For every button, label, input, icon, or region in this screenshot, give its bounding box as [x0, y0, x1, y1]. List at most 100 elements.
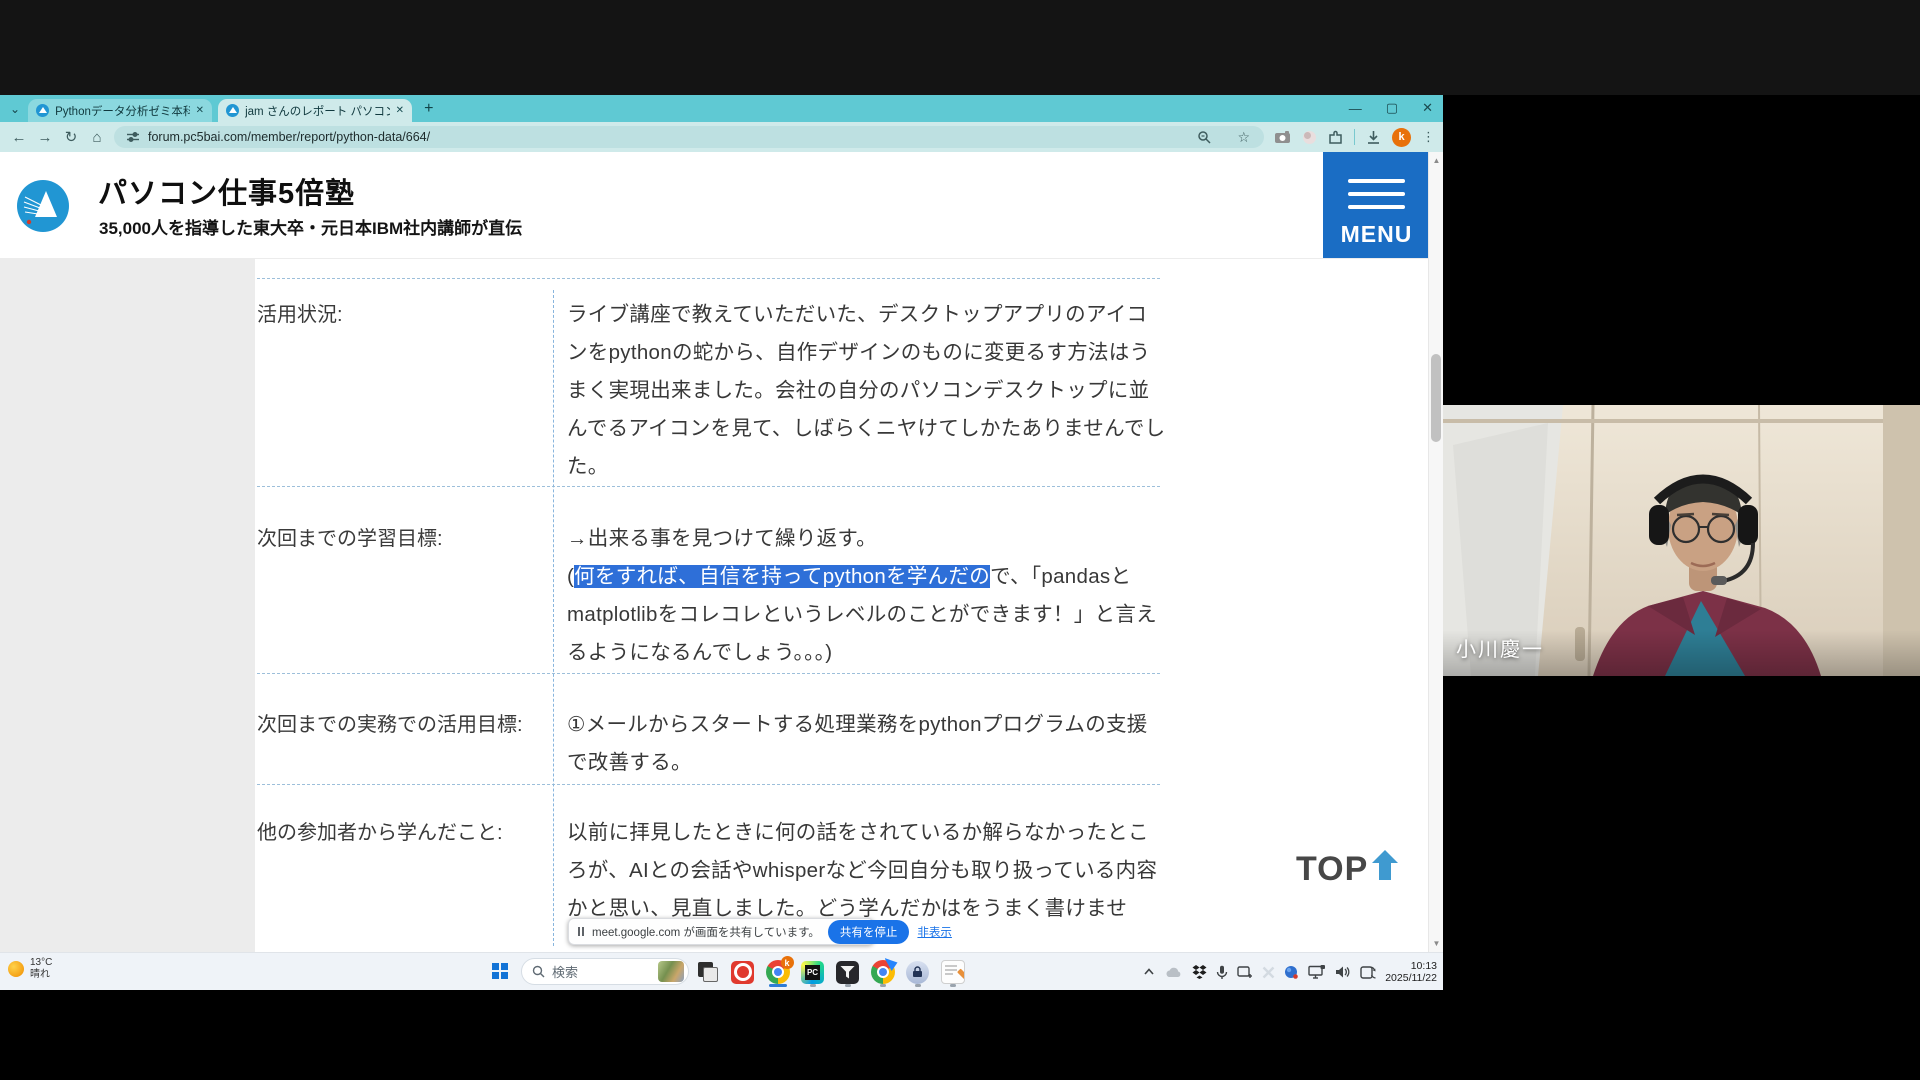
tray-chevron-up-icon[interactable] [1142, 965, 1156, 979]
row-separator [257, 673, 1160, 674]
windows-taskbar: 13°C 晴れ 検索 k [0, 952, 1443, 990]
active-app-indicator [769, 984, 787, 987]
start-button[interactable] [492, 963, 508, 979]
speaker-icon[interactable] [1335, 965, 1351, 979]
row-separator [257, 784, 1160, 785]
scroll-down-icon[interactable]: ▼ [1429, 939, 1443, 948]
downloads-icon[interactable] [1366, 130, 1381, 145]
blue-sphere-icon[interactable] [1284, 965, 1299, 980]
x-app-icon[interactable] [1262, 966, 1275, 979]
page-left-margin [0, 259, 255, 952]
taskbar-app-windows-stack[interactable] [694, 956, 721, 988]
stop-sharing-button[interactable]: 共有を停止 [828, 920, 910, 944]
taskbar-app-password-lock[interactable] [904, 956, 931, 988]
network-monitor-icon[interactable] [1308, 965, 1326, 979]
sun-icon [8, 961, 24, 977]
notepad-icon [941, 960, 965, 984]
back-icon[interactable]: ← [6, 129, 32, 146]
profile-k-badge: k [781, 956, 794, 969]
running-indicator [950, 984, 956, 987]
site-favicon [226, 104, 239, 117]
page-scrollbar[interactable]: ▲ ▼ [1428, 152, 1443, 952]
taskbar-app-google[interactable] [869, 956, 896, 988]
row-content-usage-status: ライブ講座で教えていただいた、デスクトップアプリのアイコンをpythonの蛇から… [567, 296, 1167, 486]
row-label-usage-status: 活用状況: [257, 296, 343, 334]
minimize-button[interactable]: — [1349, 101, 1362, 116]
onedrive-cloud-icon[interactable] [1165, 966, 1183, 979]
row-separator [257, 486, 1160, 487]
extension-circle-icon[interactable] [1302, 130, 1317, 145]
zoom-icon[interactable] [1197, 130, 1211, 144]
back-to-top-button[interactable]: TOP [1296, 850, 1398, 889]
chrome-menu-icon[interactable]: ⋮ [1422, 129, 1435, 145]
extensions-icon[interactable] [1328, 130, 1343, 145]
search-icon [532, 965, 545, 978]
tab-close-icon[interactable]: ✕ [196, 105, 204, 116]
red-record-icon [731, 961, 754, 984]
lock-icon [906, 961, 929, 984]
funnel-icon [836, 961, 859, 984]
taskbar-weather-widget[interactable]: 13°C 晴れ [8, 957, 52, 981]
pycharm-icon: PC [801, 961, 824, 984]
snip-tool-icon[interactable] [1237, 965, 1253, 979]
maximize-button[interactable]: ▢ [1386, 100, 1398, 116]
home-icon[interactable]: ⌂ [84, 129, 110, 146]
row-content-learning-goal: →出来る事を見つけて繰り返す。 (何をすれば、自信を持ってpythonを学んだの… [567, 520, 1167, 672]
toolbar-separator [1354, 129, 1355, 145]
taskbar-app-notes[interactable] [939, 956, 966, 988]
taskbar-app-pycharm[interactable]: PC [799, 956, 826, 988]
bookmark-star-icon[interactable]: ☆ [1237, 129, 1250, 146]
weather-temp: 13°C [30, 957, 52, 969]
pause-icon[interactable] [578, 927, 584, 936]
running-indicator [915, 984, 921, 987]
tab-close-icon[interactable]: ✕ [396, 105, 404, 116]
ime-language-icon[interactable] [1360, 965, 1376, 980]
site-settings-icon[interactable] [126, 130, 140, 144]
up-arrow-icon [1372, 850, 1398, 882]
hide-link[interactable]: 非表示 [917, 924, 952, 940]
running-indicator [845, 984, 851, 987]
tab-title: Pythonデータ分析ゼミ本科生 ポー [55, 103, 190, 119]
tab-jam-report[interactable]: jam さんのレポート パソコン仕事5倍 ✕ [218, 99, 412, 122]
clock-date: 2025/11/22 [1385, 972, 1437, 984]
webcam-feed: 小川慶一 [1443, 405, 1920, 676]
taskbar-app-funnel[interactable] [834, 956, 861, 988]
selected-text: 何をすれば、自信を持ってpythonを学んだの [574, 565, 990, 588]
dropbox-icon[interactable] [1192, 965, 1207, 979]
profile-avatar[interactable]: k [1392, 128, 1411, 147]
site-header: パソコン仕事5倍塾 35,000人を指導した東大卒・元日本IBM社内講師が直伝 … [0, 152, 1443, 259]
scroll-up-icon[interactable]: ▲ [1429, 156, 1443, 165]
url-text[interactable]: forum.pc5bai.com/member/report/python-da… [148, 130, 1189, 144]
top-label: TOP [1296, 850, 1368, 889]
site-title[interactable]: パソコン仕事5倍塾 [98, 170, 355, 212]
address-bar[interactable]: forum.pc5bai.com/member/report/python-da… [114, 126, 1264, 148]
tab-python-seminar[interactable]: Pythonデータ分析ゼミ本科生 ポー ✕ [28, 99, 212, 122]
screen-capture-extension-icon[interactable] [1274, 130, 1291, 144]
browser-toolbar: ← → ↻ ⌂ forum.pc5bai.com/member/report/p… [0, 122, 1443, 152]
taskbar-clock[interactable]: 10:13 2025/11/22 [1385, 960, 1437, 984]
tab-search-chevron-icon[interactable]: ⌄ [10, 102, 20, 116]
search-highlight-image[interactable] [658, 961, 684, 982]
taskbar-app-chrome[interactable]: k [764, 956, 791, 988]
chrome-icon: k [766, 960, 790, 984]
window-controls: — ▢ ✕ [1349, 97, 1433, 119]
weather-condition: 晴れ [30, 969, 52, 981]
taskbar-search-box[interactable]: 検索 [521, 958, 689, 985]
goal-line1: →出来る事を見つけて繰り返す。 [567, 527, 877, 550]
microphone-icon[interactable] [1216, 965, 1228, 980]
site-favicon [36, 104, 49, 117]
tab-title: jam さんのレポート パソコン仕事5倍 [245, 103, 390, 119]
share-message: meet.google.com が画面を共有しています。 [592, 924, 820, 940]
scrollbar-thumb[interactable] [1431, 354, 1441, 442]
taskbar-app-red[interactable] [729, 956, 756, 988]
forward-icon[interactable]: → [32, 129, 58, 146]
meet-screen-share-bar: meet.google.com が画面を共有しています。 共有を停止 非表示 [568, 918, 874, 945]
menu-button[interactable]: MENU [1323, 152, 1430, 258]
web-page: パソコン仕事5倍塾 35,000人を指導した東大卒・元日本IBM社内講師が直伝 … [0, 152, 1443, 952]
site-subtitle: 35,000人を指導した東大卒・元日本IBM社内講師が直伝 [99, 214, 522, 239]
new-tab-button[interactable]: + [424, 100, 433, 118]
reload-icon[interactable]: ↻ [58, 128, 84, 146]
close-button[interactable]: ✕ [1422, 100, 1433, 116]
site-logo[interactable] [16, 179, 70, 233]
running-indicator [810, 984, 816, 987]
